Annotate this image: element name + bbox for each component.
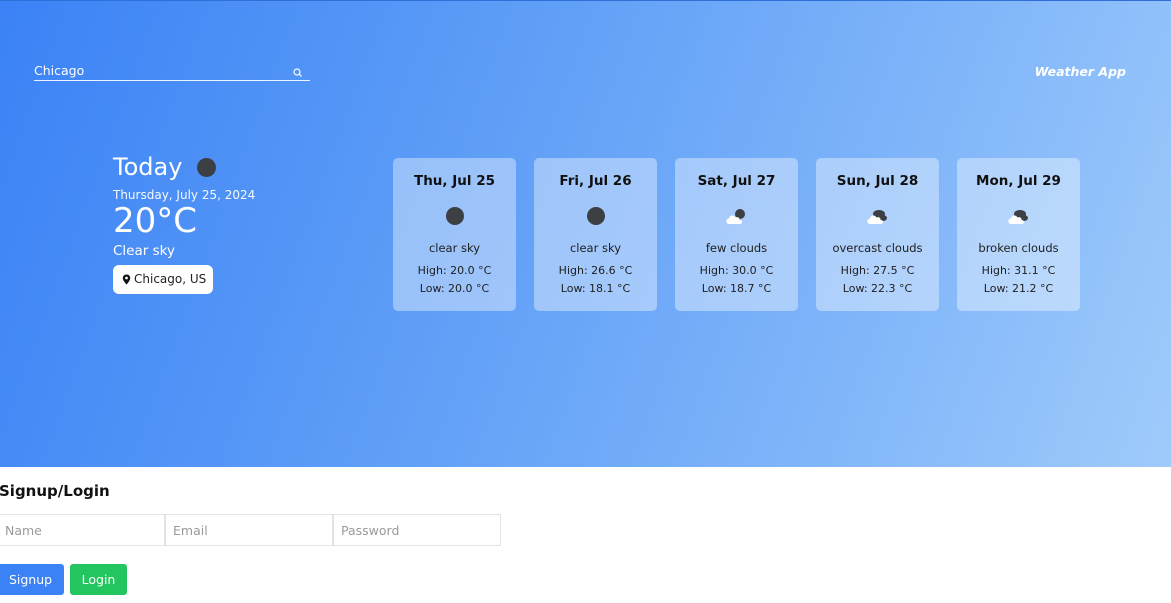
forecast-low: Low: 20.0 °C xyxy=(419,282,490,295)
forecast-condition: clear sky xyxy=(428,241,481,255)
current-condition: Clear sky xyxy=(113,243,175,259)
weather-hero: Weather App Today Thursday, July 25, 202… xyxy=(0,0,1171,467)
forecast-low: Low: 21.2 °C xyxy=(983,282,1054,295)
forecast-card: Thu, Jul 25 clear sky High: 20.0 °C Low: 20… xyxy=(393,158,516,311)
current-temperature: 20°C xyxy=(113,201,198,241)
forecast-condition: broken clouds xyxy=(978,241,1059,255)
today-date: Thursday, July 25, 2024 xyxy=(113,188,256,202)
email-field[interactable] xyxy=(165,514,333,546)
forecast-card: Sun, Jul 28 overcast clouds High: 27.5 °C L… xyxy=(816,158,939,311)
overcast-clouds-icon xyxy=(816,206,939,226)
forecast-low: Low: 22.3 °C xyxy=(842,282,913,295)
map-pin-icon xyxy=(122,274,131,284)
signup-button[interactable]: Signup xyxy=(0,564,64,595)
today-panel: Today Thursday, July 25, 2024 20°C Clear… xyxy=(113,153,255,294)
forecast-high: High: 31.1 °C xyxy=(981,264,1056,277)
name-field[interactable] xyxy=(0,514,165,546)
app-title: Weather App xyxy=(1034,64,1126,79)
forecast-low: Low: 18.7 °C xyxy=(701,282,772,295)
login-button[interactable]: Login xyxy=(70,564,127,595)
forecast-low: Low: 18.1 °C xyxy=(560,282,631,295)
forecast-day: Mon, Jul 29 xyxy=(976,173,1061,189)
forecast-condition: clear sky xyxy=(569,241,622,255)
clear-sky-icon xyxy=(393,206,516,226)
broken-clouds-icon xyxy=(957,206,1080,226)
clear-sky-icon xyxy=(197,157,217,177)
forecast-condition: overcast clouds xyxy=(832,241,923,255)
auth-title: Signup/Login xyxy=(0,482,110,500)
city-search-input[interactable] xyxy=(34,61,284,79)
location-text: Chicago, US xyxy=(134,272,207,286)
forecast-card: Fri, Jul 26 clear sky High: 26.6 °C Low: 18… xyxy=(534,158,657,311)
forecast-day: Thu, Jul 25 xyxy=(413,173,495,189)
forecast-high: High: 26.6 °C xyxy=(558,264,633,277)
forecast-list: Thu, Jul 25 clear sky High: 20.0 °C Low: 20… xyxy=(393,158,1080,311)
password-field[interactable] xyxy=(333,514,501,546)
forecast-condition: few clouds xyxy=(705,241,768,255)
forecast-day: Fri, Jul 26 xyxy=(559,173,632,189)
auth-form xyxy=(0,514,501,546)
today-heading: Today xyxy=(113,153,255,181)
forecast-day: Sun, Jul 28 xyxy=(836,173,919,189)
forecast-high: High: 27.5 °C xyxy=(840,264,915,277)
search-icon[interactable] xyxy=(292,64,304,77)
few-clouds-icon xyxy=(675,206,798,226)
forecast-high: High: 20.0 °C xyxy=(417,264,492,277)
forecast-card: Sat, Jul 27 few clouds High: 30.0 °C Low: 1… xyxy=(675,158,798,311)
search-bar xyxy=(34,59,310,81)
location-badge: Chicago, US xyxy=(113,265,214,294)
forecast-high: High: 30.0 °C xyxy=(699,264,774,277)
clear-sky-icon xyxy=(534,206,657,226)
today-label: Today xyxy=(113,153,183,181)
forecast-day: Sat, Jul 27 xyxy=(697,173,776,189)
forecast-card: Mon, Jul 29 broken clouds High: 31.1 °C Low… xyxy=(957,158,1080,311)
